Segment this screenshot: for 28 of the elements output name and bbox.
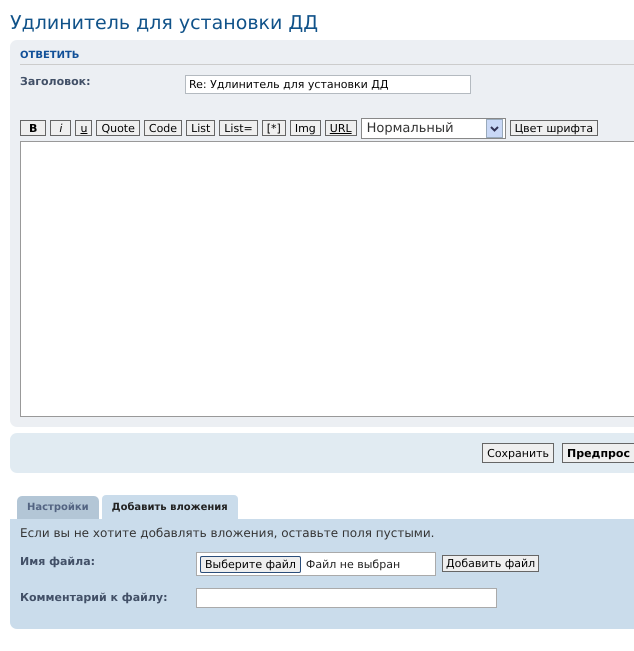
format-button[interactable]: B [20, 120, 46, 136]
format-button[interactable]: List= [219, 120, 258, 136]
format-button[interactable]: i [50, 120, 72, 136]
tab[interactable]: Добавить вложения [100, 494, 239, 519]
subject-label: Заголовок: [20, 75, 92, 88]
format-button[interactable]: [*] [262, 120, 286, 136]
add-file-button[interactable]: Добавить файл [442, 555, 540, 572]
format-button[interactable]: u [75, 120, 92, 136]
format-button[interactable]: Code [144, 120, 182, 136]
file-label: Имя файла: [20, 554, 96, 568]
comment-field[interactable] [196, 588, 497, 608]
subject-field[interactable]: Re: Удлинитель для установки ДД [185, 75, 471, 94]
format-button[interactable]: List [186, 120, 216, 136]
format-button[interactable]: Quote [96, 120, 140, 136]
file-input[interactable]: Выберите файл Файл не выбран [196, 552, 436, 576]
page-title: Удлинитель для установки ДД [10, 12, 320, 36]
comment-label: Комментарий к файлу: [20, 590, 168, 604]
font-size-select[interactable]: Нормальный [360, 118, 506, 138]
save-button[interactable]: Сохранить [482, 443, 554, 463]
choose-file-button[interactable]: Выберите файл [200, 556, 301, 572]
format-button[interactable]: Img [290, 120, 321, 136]
file-status-text: Файл не выбран [306, 558, 400, 570]
preview-button[interactable]: Предпрос [562, 443, 634, 463]
caret-icon [486, 118, 503, 138]
format-button[interactable]: URL [324, 120, 357, 136]
hint-text: Если вы не хотите добавлять вложения, оставьте поля пустыми. [20, 526, 436, 540]
panel-heading: ОТВЕТИТЬ [20, 50, 80, 65]
font-color-button[interactable]: Цвет шрифта [510, 120, 598, 136]
